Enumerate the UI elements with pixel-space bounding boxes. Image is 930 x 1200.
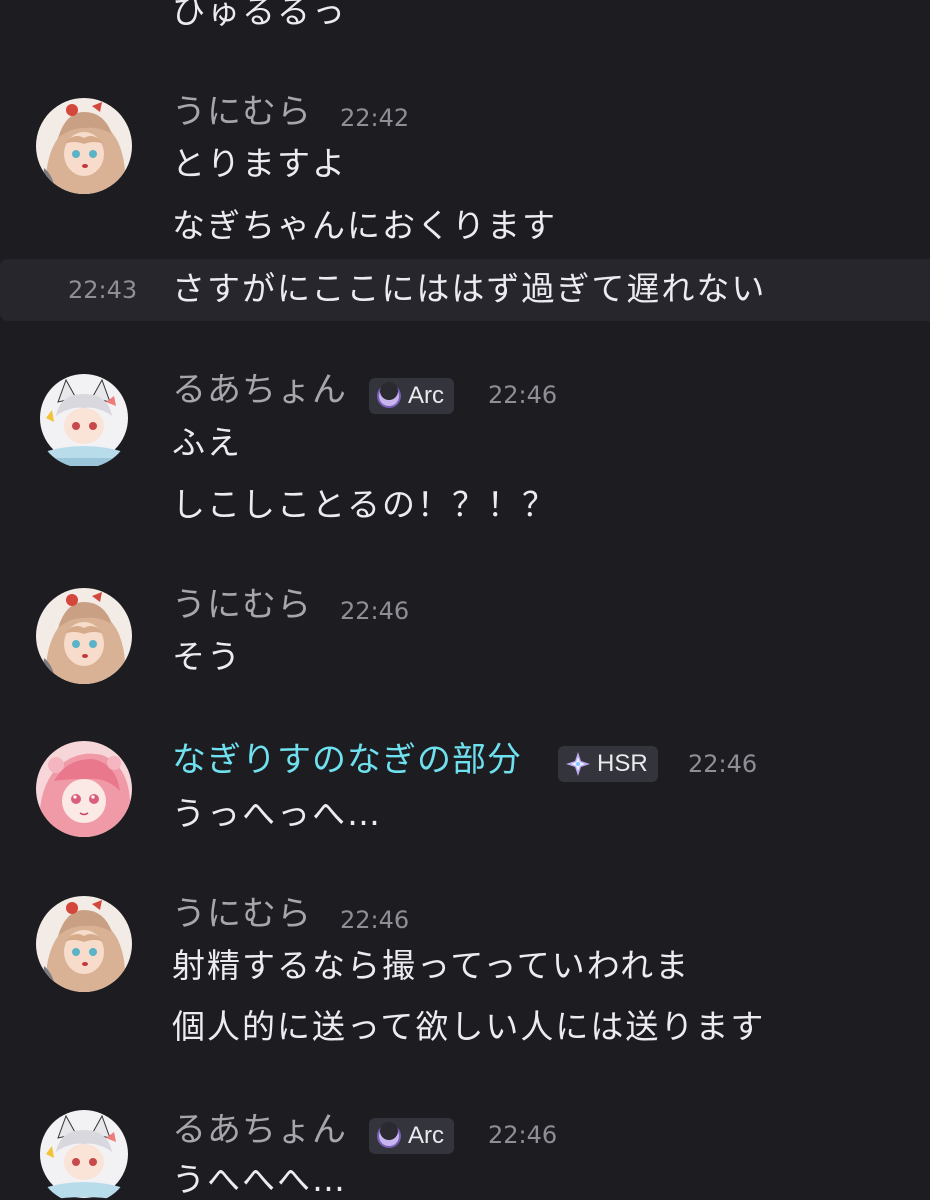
role-badge[interactable]: Arc bbox=[369, 378, 454, 414]
message-text: さすがにここにははず過ぎて遅れない bbox=[172, 269, 767, 308]
user-avatar[interactable] bbox=[36, 372, 132, 468]
chat-window: ひゅるるっ うにむら 22:42 とりますよ なぎちゃんにおくります 22:43… bbox=[0, 0, 930, 1200]
message-text: 個人的に送って欲しい人には送ります bbox=[172, 1007, 766, 1046]
author-name[interactable]: うにむら bbox=[172, 585, 312, 625]
user-avatar[interactable] bbox=[36, 896, 132, 992]
badge-label: Arc bbox=[408, 1122, 444, 1149]
crescent-moon-icon bbox=[375, 382, 403, 410]
avatar-unimura-image bbox=[36, 896, 132, 992]
avatar-ruachon-image bbox=[36, 1108, 132, 1200]
badge-label: HSR bbox=[597, 750, 648, 777]
avatar-ruachon-image bbox=[36, 372, 132, 468]
message-text: うっへっへ… bbox=[172, 794, 382, 833]
followup-timestamp: 22:43 bbox=[68, 276, 138, 304]
star-sparkle-icon bbox=[564, 750, 592, 778]
badge-label: Arc bbox=[408, 382, 444, 409]
message-text: うへへへ… bbox=[172, 1160, 347, 1199]
message-timestamp: 22:46 bbox=[488, 1121, 558, 1149]
message-text: なぎちゃんにおくります bbox=[172, 206, 557, 245]
message-text: そう bbox=[172, 637, 242, 676]
message-timestamp: 22:46 bbox=[688, 750, 758, 778]
role-badge[interactable]: HSR bbox=[558, 746, 658, 782]
user-avatar[interactable] bbox=[36, 588, 132, 684]
author-name[interactable]: うにむら bbox=[172, 894, 312, 934]
author-name[interactable]: るあちょん bbox=[172, 370, 347, 410]
avatar-unimura-image bbox=[36, 588, 132, 684]
message-timestamp: 22:46 bbox=[340, 597, 410, 625]
message-text: 射精するなら撮ってっていわれま bbox=[172, 946, 691, 985]
message-text-fragment: ひゅるるっ bbox=[172, 0, 347, 31]
user-avatar[interactable] bbox=[36, 1108, 132, 1200]
author-name[interactable]: なぎりすのなぎの部分 bbox=[172, 740, 522, 780]
avatar-unimura-image bbox=[36, 98, 132, 194]
role-badge[interactable]: Arc bbox=[369, 1118, 454, 1154]
user-avatar[interactable] bbox=[36, 741, 132, 837]
avatar-nagirisu-image bbox=[36, 741, 132, 837]
crescent-moon-icon bbox=[375, 1122, 403, 1150]
message-timestamp: 22:46 bbox=[340, 906, 410, 934]
author-name[interactable]: うにむら bbox=[172, 92, 312, 132]
message-timestamp: 22:46 bbox=[488, 381, 558, 409]
message-text: しこしことるの！？！？ bbox=[172, 485, 557, 524]
user-avatar[interactable] bbox=[36, 98, 132, 194]
author-name[interactable]: るあちょん bbox=[172, 1110, 347, 1150]
message-text: とりますよ bbox=[172, 144, 347, 183]
message-text: ふえ bbox=[172, 423, 242, 462]
message-timestamp: 22:42 bbox=[340, 104, 410, 132]
